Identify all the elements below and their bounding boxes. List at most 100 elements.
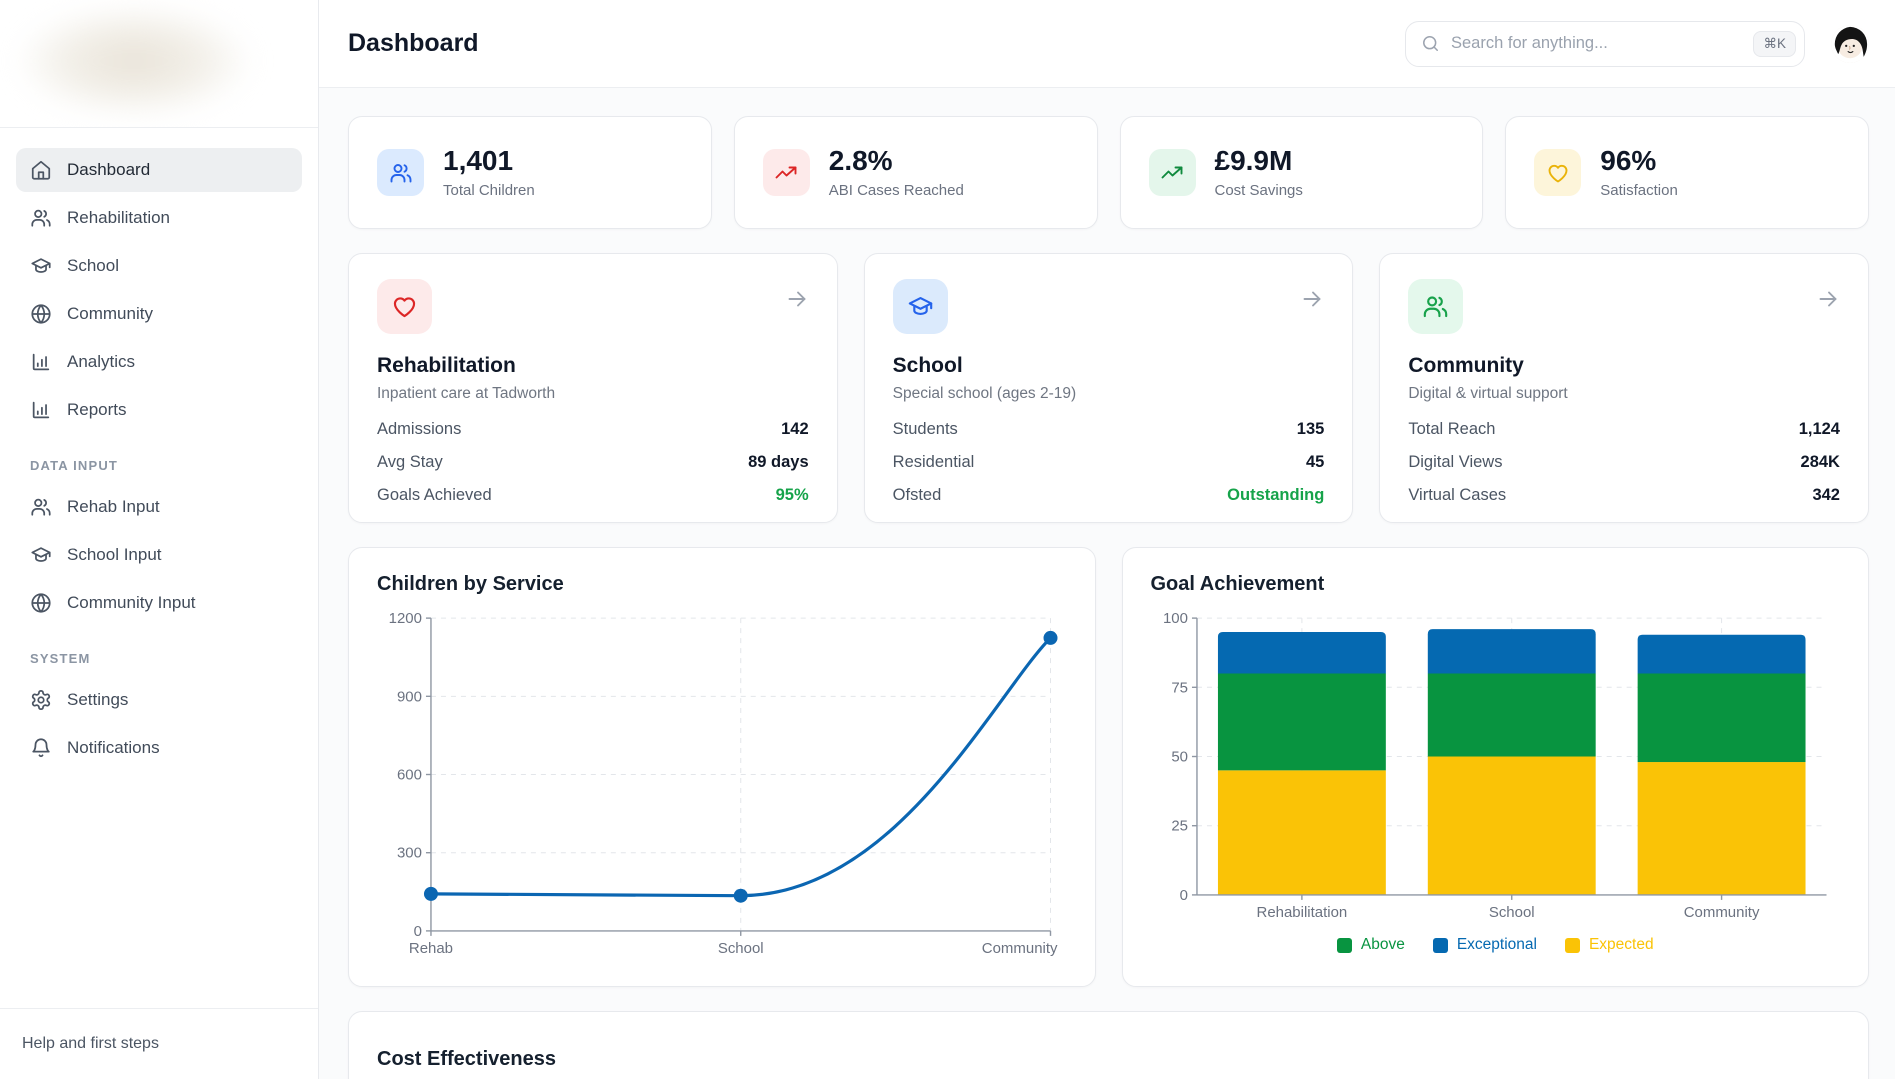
legend-swatch	[1337, 938, 1352, 953]
legend-swatch	[1433, 938, 1448, 953]
bar-chart-icon	[30, 399, 52, 421]
goal-achievement-chart: 0255075100RehabilitationSchoolCommunity	[1151, 608, 1841, 929]
sidebar-item-dashboard[interactable]: Dashboard	[16, 148, 302, 192]
sidebar-item-reports[interactable]: Reports	[16, 388, 302, 432]
sidebar-item-label: Reports	[67, 400, 127, 420]
metric-label: Ofsted	[893, 486, 942, 505]
metric-value: 142	[781, 420, 809, 439]
sidebar-item-label: Community Input	[67, 593, 196, 613]
svg-text:School: School	[718, 940, 764, 957]
service-subtitle: Special school (ages 2-19)	[893, 385, 1325, 403]
sidebar-item-label: Notifications	[67, 738, 160, 758]
section-title: Cost Effectiveness	[377, 1048, 1840, 1071]
svg-text:900: 900	[397, 688, 422, 705]
main-content: 1,401 Total Children 2.8% ABI Cases Reac…	[319, 88, 1895, 1079]
svg-text:0: 0	[414, 923, 422, 940]
svg-text:300: 300	[397, 845, 422, 862]
sidebar-item-analytics[interactable]: Analytics	[16, 340, 302, 384]
sidebar-item-settings[interactable]: Settings	[16, 678, 302, 722]
sidebar-footer: Help and first steps	[0, 1008, 318, 1079]
sidebar: Dashboard Rehabilitation School Communit…	[0, 0, 319, 1079]
stat-value: 2.8%	[829, 146, 964, 177]
bar-chart-icon	[30, 351, 52, 373]
sidebar-item-label: School	[67, 256, 119, 276]
stats-row: 1,401 Total Children 2.8% ABI Cases Reac…	[348, 116, 1869, 229]
trending-up-icon	[763, 149, 810, 196]
sidebar-item-label: Dashboard	[67, 160, 150, 180]
stat-card-total-children: 1,401 Total Children	[348, 116, 712, 229]
stat-card-satisfaction: 96% Satisfaction	[1505, 116, 1869, 229]
service-title: Rehabilitation	[377, 354, 809, 378]
sidebar-item-school[interactable]: School	[16, 244, 302, 288]
sidebar-item-label: Rehab Input	[67, 497, 160, 517]
legend-item: Exceptional	[1433, 936, 1537, 954]
metric-value: 342	[1812, 486, 1840, 505]
search-box[interactable]: ⌘K	[1405, 21, 1805, 67]
service-subtitle: Digital & virtual support	[1408, 385, 1840, 403]
search-input[interactable]	[1451, 34, 1742, 53]
bell-icon	[30, 737, 52, 759]
sidebar-item-label: Community	[67, 304, 153, 324]
metric-value: 45	[1306, 453, 1324, 472]
keyboard-shortcut-badge: ⌘K	[1753, 31, 1796, 57]
metric-value: Outstanding	[1227, 486, 1324, 505]
sidebar-item-rehabilitation[interactable]: Rehabilitation	[16, 196, 302, 240]
heart-icon	[377, 279, 432, 334]
sidebar-nav: Dashboard Rehabilitation School Communit…	[0, 128, 318, 774]
svg-text:50: 50	[1171, 749, 1188, 766]
stat-value: 96%	[1600, 146, 1678, 177]
stat-value: £9.9M	[1215, 146, 1303, 177]
arrow-right-icon[interactable]	[1816, 287, 1840, 311]
metric-value: 1,124	[1799, 420, 1840, 439]
sidebar-item-label: Settings	[67, 690, 128, 710]
service-card-community[interactable]: Community Digital & virtual support Tota…	[1379, 253, 1869, 523]
svg-text:0: 0	[1179, 887, 1187, 904]
stat-value: 1,401	[443, 146, 535, 177]
svg-text:Community: Community	[1683, 904, 1759, 921]
metric-label: Residential	[893, 453, 975, 472]
logo	[0, 0, 318, 128]
service-subtitle: Inpatient care at Tadworth	[377, 385, 809, 403]
section-label-system: SYSTEM	[30, 651, 288, 666]
sidebar-item-rehab-input[interactable]: Rehab Input	[16, 485, 302, 529]
metric-label: Goals Achieved	[377, 486, 492, 505]
sidebar-item-notifications[interactable]: Notifications	[16, 726, 302, 770]
arrow-right-icon[interactable]	[1300, 287, 1324, 311]
stat-card-cost-savings: £9.9M Cost Savings	[1120, 116, 1484, 229]
chart-title: Goal Achievement	[1151, 573, 1841, 596]
service-card-school[interactable]: School Special school (ages 2-19) Studen…	[864, 253, 1354, 523]
metric-label: Admissions	[377, 420, 461, 439]
sidebar-item-community[interactable]: Community	[16, 292, 302, 336]
trending-up-icon	[1149, 149, 1196, 196]
graduation-cap-icon	[893, 279, 948, 334]
metric-label: Avg Stay	[377, 453, 443, 472]
user-avatar[interactable]	[1831, 25, 1869, 63]
heart-icon	[1534, 149, 1581, 196]
children-by-service-chart: 03006009001200RehabSchoolCommunity	[377, 608, 1067, 961]
legend-swatch	[1565, 938, 1580, 953]
section-label-data-input: DATA INPUT	[30, 458, 288, 473]
service-card-rehabilitation[interactable]: Rehabilitation Inpatient care at Tadwort…	[348, 253, 838, 523]
metric-label: Students	[893, 420, 958, 439]
search-icon	[1421, 34, 1440, 53]
sidebar-item-label: Analytics	[67, 352, 135, 372]
metric-value: 89 days	[748, 453, 809, 472]
metric-label: Virtual Cases	[1408, 486, 1506, 505]
globe-icon	[30, 592, 52, 614]
legend-item: Above	[1337, 936, 1405, 954]
goal-achievement-card: Goal Achievement 0255075100Rehabilitatio…	[1122, 547, 1870, 987]
users-icon	[30, 207, 52, 229]
help-link[interactable]: Help and first steps	[22, 1035, 159, 1052]
legend-item: Expected	[1565, 936, 1654, 954]
arrow-right-icon[interactable]	[785, 287, 809, 311]
page-title: Dashboard	[348, 29, 479, 58]
sidebar-item-community-input[interactable]: Community Input	[16, 581, 302, 625]
svg-text:100: 100	[1162, 610, 1187, 627]
home-icon	[30, 159, 52, 181]
sidebar-item-school-input[interactable]: School Input	[16, 533, 302, 577]
users-icon	[30, 496, 52, 518]
globe-icon	[30, 303, 52, 325]
metric-value: 284K	[1801, 453, 1840, 472]
svg-text:Rehabilitation: Rehabilitation	[1256, 904, 1347, 921]
svg-text:75: 75	[1171, 679, 1188, 696]
